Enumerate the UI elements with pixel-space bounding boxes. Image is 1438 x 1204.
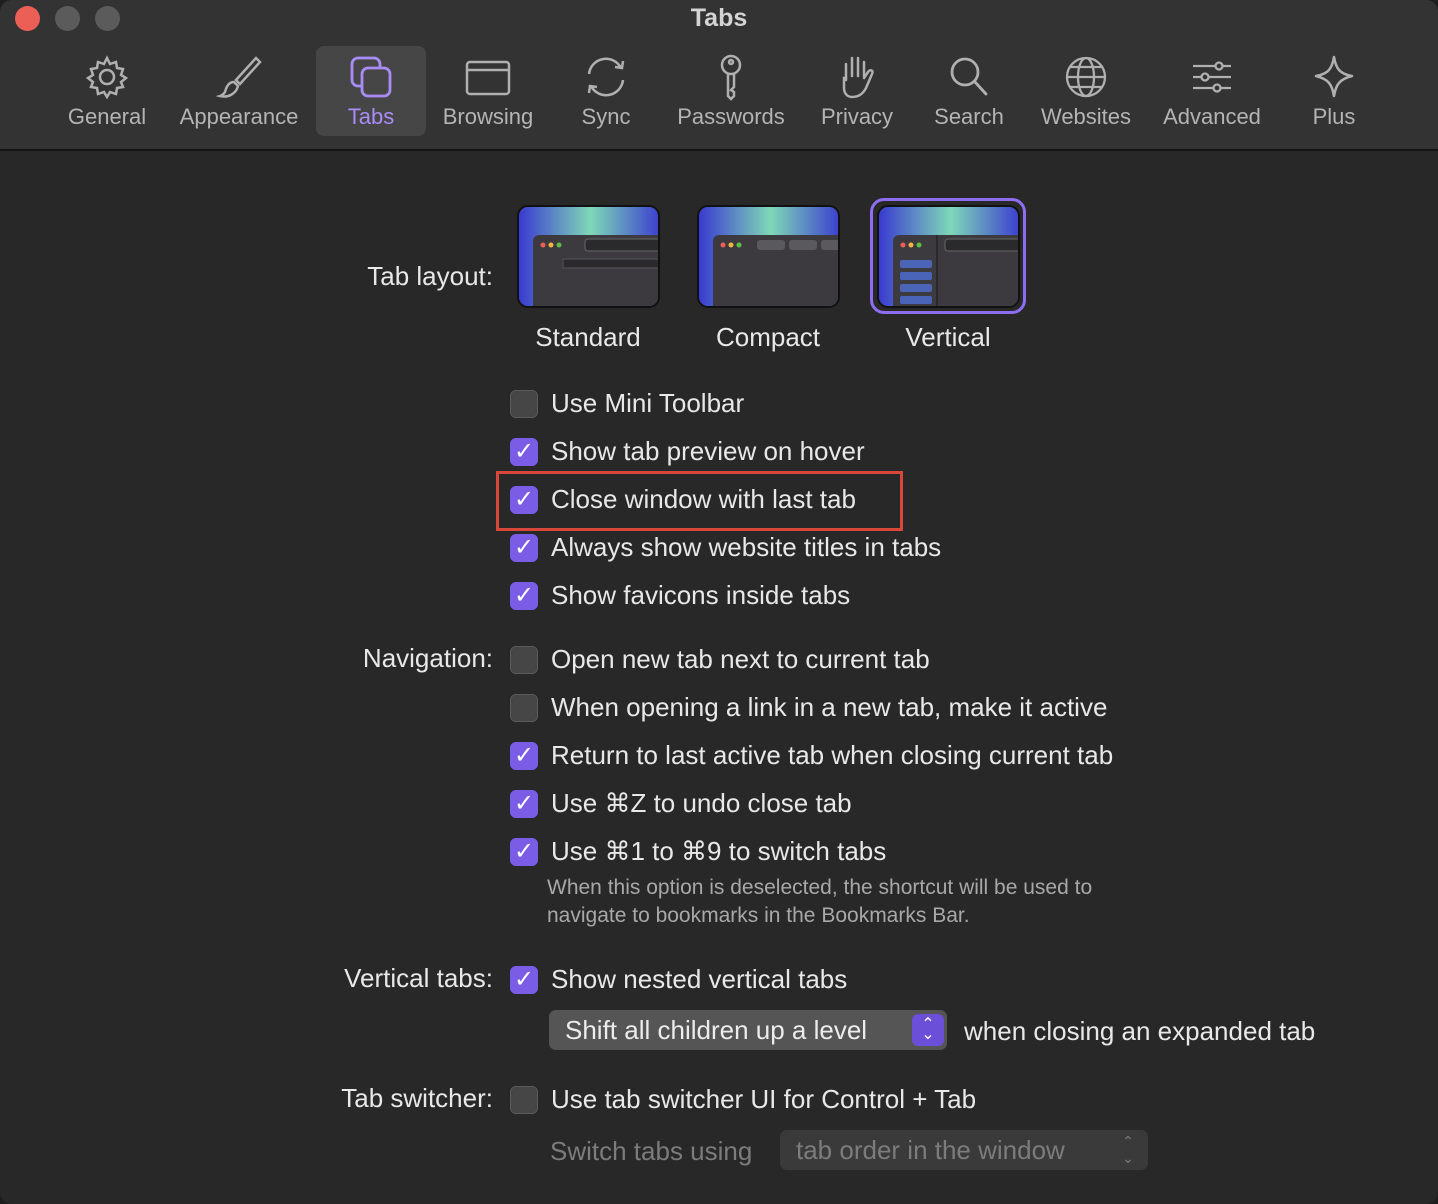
toolbar-sync-label: Sync	[581, 104, 631, 129]
globe-icon	[1061, 52, 1111, 102]
toolbar-sync[interactable]: Sync	[570, 46, 642, 136]
magnifier-icon	[944, 52, 994, 102]
layout-vertical-label: Vertical	[905, 322, 991, 352]
checkbox-row-return-last[interactable]: Return to last active tab when closing c…	[510, 740, 1113, 771]
tab-switcher-label: Tab switcher:	[341, 1083, 493, 1113]
closing-behavior-select[interactable]: Shift all children up a level ⌃ ⌄	[549, 1010, 947, 1050]
sparkle-icon	[1309, 52, 1359, 102]
toolbar-passwords[interactable]: Passwords	[670, 46, 792, 136]
checkbox-row-mini-toolbar[interactable]: Use Mini Toolbar	[510, 388, 744, 419]
layout-compact-label: Compact	[715, 322, 821, 352]
checkbox-row-undo-close[interactable]: Use ⌘Z to undo close tab	[510, 788, 852, 819]
chevron-updown-icon: ⌃ ⌄	[1122, 1133, 1134, 1166]
vertical-tabs-label: Vertical tabs:	[344, 963, 493, 993]
toolbar-search[interactable]: Search	[926, 46, 1012, 136]
favicons-checkbox[interactable]	[510, 581, 538, 610]
chevron-updown-icon: ⌃ ⌄	[912, 1014, 944, 1046]
tab-preview-checkbox[interactable]	[510, 437, 538, 466]
tabs-icon	[346, 52, 396, 102]
open-next-checkbox[interactable]	[510, 645, 538, 674]
gear-icon	[82, 52, 132, 102]
toolbar-websites[interactable]: Websites	[1034, 46, 1138, 136]
toolbar-advanced[interactable]: Advanced	[1156, 46, 1268, 136]
toolbar-passwords-label: Passwords	[677, 104, 785, 129]
undo-close-label: Use ⌘Z to undo close tab	[551, 788, 852, 818]
tab-preview-label: Show tab preview on hover	[551, 436, 865, 466]
checkbox-row-switch-tabs[interactable]: Use ⌘1 to ⌘9 to switch tabs	[510, 836, 886, 867]
switch-tabs-using-label: Switch tabs using	[550, 1136, 753, 1166]
toolbar-privacy[interactable]: Privacy	[814, 46, 900, 136]
brush-icon	[214, 52, 264, 102]
website-titles-checkbox[interactable]	[510, 533, 538, 562]
navigation-label: Navigation:	[362, 643, 493, 673]
toolbar-general[interactable]: General	[56, 46, 158, 136]
layout-standard-thumbnail[interactable]	[517, 205, 660, 308]
layout-standard-label: Standard	[535, 322, 641, 352]
toolbar-tabs-label: Tabs	[347, 104, 395, 129]
nested-tabs-checkbox[interactable]	[510, 965, 538, 994]
tab-layout-label: Tab layout:	[367, 261, 493, 291]
toolbar-browsing-label: Browsing	[442, 104, 534, 129]
favicons-label: Show favicons inside tabs	[551, 580, 851, 610]
checkbox-row-nested-tabs[interactable]: Show nested vertical tabs	[510, 964, 847, 995]
switch-tabs-label: Use ⌘1 to ⌘9 to switch tabs	[551, 836, 887, 866]
toolbar-privacy-label: Privacy	[820, 104, 894, 129]
checkbox-row-tab-switcher[interactable]: Use tab switcher UI for Control + Tab	[510, 1084, 976, 1115]
toolbar-appearance[interactable]: Appearance	[172, 46, 306, 136]
checkbox-row-open-next[interactable]: Open new tab next to current tab	[510, 644, 930, 675]
mini-toolbar-checkbox[interactable]	[510, 389, 538, 418]
key-icon	[706, 52, 756, 102]
hand-icon	[832, 52, 882, 102]
layout-vertical-thumbnail[interactable]	[877, 205, 1020, 308]
switch-tabs-hint-line2: navigate to bookmarks in the Bookmarks B…	[547, 904, 970, 927]
highlight-annotation-box	[496, 471, 903, 531]
layout-compact-thumbnail[interactable]	[697, 205, 840, 308]
toolbar-plus-label: Plus	[1312, 104, 1356, 129]
checkbox-row-make-active[interactable]: When opening a link in a new tab, make i…	[510, 692, 1107, 723]
closing-behavior-suffix: when closing an expanded tab	[964, 1016, 1316, 1046]
toolbar-advanced-label: Advanced	[1163, 104, 1261, 129]
tab-switcher-label-text: Use tab switcher UI for Control + Tab	[551, 1084, 977, 1114]
closing-behavior-value: Shift all children up a level	[565, 1014, 868, 1045]
sync-icon	[581, 52, 631, 102]
browser-window-icon	[463, 52, 513, 102]
sliders-icon	[1187, 52, 1237, 102]
return-last-label: Return to last active tab when closing c…	[551, 740, 1114, 770]
toolbar-browsing[interactable]: Browsing	[434, 46, 542, 136]
undo-close-checkbox[interactable]	[510, 789, 538, 818]
open-next-label: Open new tab next to current tab	[551, 644, 930, 674]
tab-switcher-checkbox[interactable]	[510, 1085, 538, 1114]
make-active-checkbox[interactable]	[510, 693, 538, 722]
switch-order-select[interactable]: tab order in the window ⌃ ⌄	[780, 1130, 1148, 1170]
toolbar-appearance-label: Appearance	[179, 104, 299, 129]
return-last-checkbox[interactable]	[510, 741, 538, 770]
switch-order-value: tab order in the window	[796, 1134, 1065, 1165]
make-active-label: When opening a link in a new tab, make i…	[551, 692, 1108, 722]
website-titles-label: Always show website titles in tabs	[551, 532, 942, 562]
checkbox-row-website-titles[interactable]: Always show website titles in tabs	[510, 532, 941, 563]
preferences-window: Tabs General Appearance Tabs Browsing Sy…	[0, 0, 1438, 1204]
switch-tabs-checkbox[interactable]	[510, 837, 538, 866]
toolbar-plus[interactable]: Plus	[1298, 46, 1370, 136]
toolbar-tabs[interactable]: Tabs	[316, 46, 426, 136]
nested-tabs-label: Show nested vertical tabs	[551, 964, 848, 994]
toolbar-general-label: General	[67, 104, 147, 129]
checkbox-row-favicons[interactable]: Show favicons inside tabs	[510, 580, 850, 611]
switch-tabs-hint-line1: When this option is deselected, the shor…	[547, 876, 1093, 899]
window-title: Tabs	[690, 4, 748, 32]
toolbar-search-label: Search	[934, 104, 1004, 129]
checkbox-row-tab-preview[interactable]: Show tab preview on hover	[510, 436, 865, 467]
mini-toolbar-label: Use Mini Toolbar	[551, 388, 745, 418]
preferences-toolbar: Tabs General Appearance Tabs Browsing Sy…	[0, 0, 1438, 151]
toolbar-websites-label: Websites	[1040, 104, 1132, 129]
